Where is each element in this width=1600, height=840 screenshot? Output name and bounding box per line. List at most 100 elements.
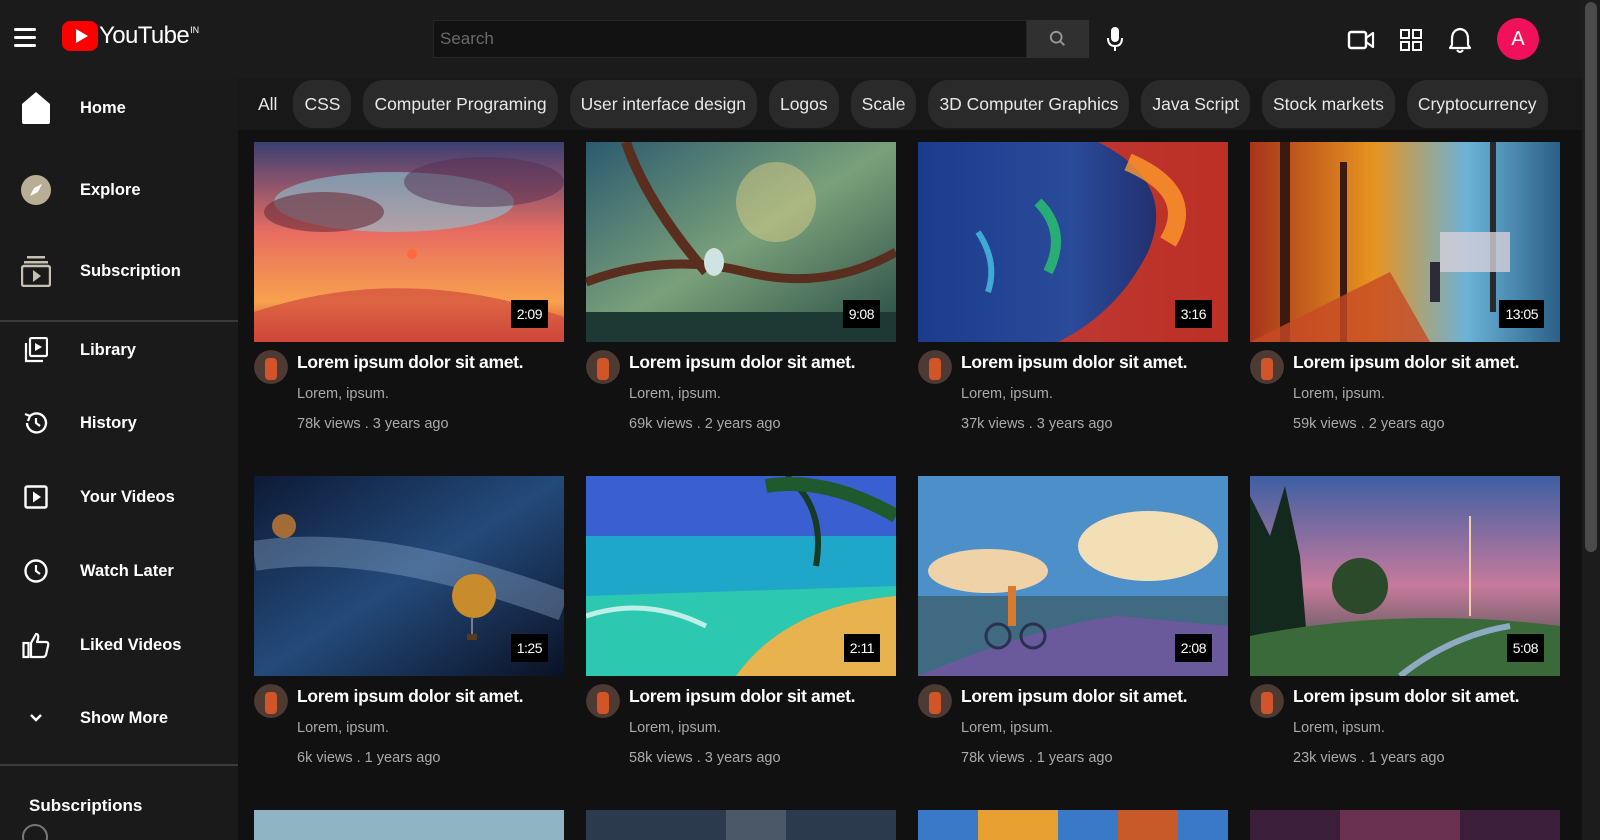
channel-avatar[interactable]: [1250, 684, 1284, 718]
chip-css[interactable]: CSS: [293, 80, 352, 128]
video-card[interactable]: [918, 810, 1228, 840]
channel-name[interactable]: Lorem, ipsum.: [629, 720, 721, 736]
video-thumbnail[interactable]: 13:05: [1250, 142, 1560, 342]
video-card[interactable]: [254, 810, 564, 840]
sidebar-item-show-more[interactable]: Show More: [0, 700, 238, 736]
video-card[interactable]: 2:08 Lorem ipsum dolor sit amet. Lorem, …: [918, 476, 1228, 786]
channel-name[interactable]: Lorem, ipsum.: [961, 386, 1053, 402]
video-duration: 13:05: [1499, 300, 1544, 328]
video-thumbnail[interactable]: 3:16: [918, 142, 1228, 342]
page-scrollbar[interactable]: [1582, 0, 1600, 840]
video-thumbnail[interactable]: 2:09: [254, 142, 564, 342]
video-thumbnail[interactable]: [254, 810, 564, 840]
channel-avatar[interactable]: [918, 684, 952, 718]
video-card[interactable]: 2:09 Lorem ipsum dolor sit amet. Lorem, …: [254, 142, 564, 452]
thumbnail-image: [1250, 810, 1560, 840]
notifications-button[interactable]: [1444, 24, 1476, 56]
channel-avatar[interactable]: [918, 350, 952, 384]
sidebar-item-watch-later[interactable]: Watch Later: [0, 553, 238, 589]
channel-name[interactable]: Lorem, ipsum.: [297, 720, 389, 736]
video-card[interactable]: 3:16 Lorem ipsum dolor sit amet. Lorem, …: [918, 142, 1228, 452]
video-card[interactable]: 2:11 Lorem ipsum dolor sit amet. Lorem, …: [586, 476, 896, 786]
chip-java-script[interactable]: Java Script: [1141, 80, 1250, 128]
sidebar-item-explore[interactable]: Explore: [0, 172, 238, 208]
channel-name[interactable]: Lorem, ipsum.: [297, 386, 389, 402]
channel-avatar[interactable]: [586, 350, 620, 384]
video-thumbnail[interactable]: [586, 810, 896, 840]
chip-3d-computer-graphics[interactable]: 3D Computer Graphics: [928, 80, 1130, 128]
account-avatar[interactable]: A: [1497, 18, 1539, 60]
channel-name[interactable]: Lorem, ipsum.: [961, 720, 1053, 736]
video-card[interactable]: [1250, 810, 1560, 840]
video-thumbnail[interactable]: 2:11: [586, 476, 896, 676]
chip-all[interactable]: All: [254, 80, 281, 128]
video-title[interactable]: Lorem ipsum dolor sit amet.: [297, 686, 524, 707]
video-duration: 2:08: [1174, 634, 1212, 662]
sidebar-item-liked-videos[interactable]: Liked Videos: [0, 627, 238, 663]
chip-user-interface-design[interactable]: User interface design: [569, 80, 757, 128]
video-thumbnail[interactable]: 2:08: [918, 476, 1228, 676]
channel-name[interactable]: Lorem, ipsum.: [629, 386, 721, 402]
apps-button[interactable]: [1395, 24, 1427, 56]
logo-text: YouTube: [99, 22, 190, 49]
video-thumbnail[interactable]: [918, 810, 1228, 840]
scrollbar-thumb[interactable]: [1585, 2, 1597, 552]
sidebar-item-label: Liked Videos: [80, 635, 182, 654]
chip-logos[interactable]: Logos: [768, 80, 839, 128]
video-title[interactable]: Lorem ipsum dolor sit amet.: [961, 686, 1188, 707]
video-thumbnail[interactable]: [1250, 810, 1560, 840]
logo-country-code: IN: [190, 25, 200, 35]
video-meta: Lorem ipsum dolor sit amet. Lorem, ipsum…: [586, 676, 896, 786]
channel-name[interactable]: Lorem, ipsum.: [1293, 386, 1385, 402]
video-title[interactable]: Lorem ipsum dolor sit amet.: [1293, 686, 1520, 707]
video-title[interactable]: Lorem ipsum dolor sit amet.: [629, 686, 856, 707]
chip-cryptocurrency[interactable]: Cryptocurrency: [1406, 80, 1548, 128]
sidebar-item-library[interactable]: Library: [0, 332, 238, 368]
sidebar-item-your-videos[interactable]: Your Videos: [0, 479, 238, 515]
channel-avatar[interactable]: [254, 684, 288, 718]
subscription-avatar[interactable]: [22, 824, 48, 840]
chip-scale[interactable]: Scale: [850, 80, 917, 128]
video-stats: 23k views . 1 years ago: [1293, 750, 1445, 766]
video-thumbnail[interactable]: 5:08: [1250, 476, 1560, 676]
video-stats: 78k views . 3 years ago: [297, 416, 449, 432]
video-duration: 3:16: [1174, 300, 1212, 328]
sidebar-item-history[interactable]: History: [0, 405, 238, 441]
sidebar-item-subscription[interactable]: Subscription: [0, 253, 238, 289]
video-card[interactable]: 1:25 Lorem ipsum dolor sit amet. Lorem, …: [254, 476, 564, 786]
play-square-icon: [19, 480, 53, 514]
video-title[interactable]: Lorem ipsum dolor sit amet.: [1293, 352, 1520, 373]
sidebar: Home Explore Subscription Library Histor…: [0, 78, 238, 840]
video-card[interactable]: [586, 810, 896, 840]
thumbs-up-icon: [19, 628, 53, 662]
chip-stock-markets[interactable]: Stock markets: [1261, 80, 1395, 128]
channel-avatar[interactable]: [254, 350, 288, 384]
search-input[interactable]: [433, 20, 1027, 58]
video-thumbnail[interactable]: 9:08: [586, 142, 896, 342]
create-video-button[interactable]: [1345, 24, 1377, 56]
video-duration: 2:09: [510, 300, 548, 328]
search-button[interactable]: [1027, 20, 1089, 58]
video-title[interactable]: Lorem ipsum dolor sit amet.: [297, 352, 524, 373]
thumbnail-image: [254, 810, 564, 840]
video-card[interactable]: 9:08 Lorem ipsum dolor sit amet. Lorem, …: [586, 142, 896, 452]
video-card[interactable]: 5:08 Lorem ipsum dolor sit amet. Lorem, …: [1250, 476, 1560, 786]
video-duration: 9:08: [842, 300, 880, 328]
sidebar-item-label: Watch Later: [80, 561, 174, 580]
video-title[interactable]: Lorem ipsum dolor sit amet.: [961, 352, 1188, 373]
menu-icon[interactable]: [14, 28, 36, 48]
voice-search-button[interactable]: [1101, 24, 1129, 54]
video-title[interactable]: Lorem ipsum dolor sit amet.: [629, 352, 856, 373]
video-thumbnail[interactable]: 1:25: [254, 476, 564, 676]
channel-avatar[interactable]: [1250, 350, 1284, 384]
channel-name[interactable]: Lorem, ipsum.: [1293, 720, 1385, 736]
channel-avatar[interactable]: [586, 684, 620, 718]
grid-icon: [1400, 29, 1422, 51]
sidebar-item-home[interactable]: Home: [0, 90, 238, 126]
chip-computer-programing[interactable]: Computer Programing: [363, 80, 558, 128]
chevron-down-icon: [19, 701, 53, 735]
video-card[interactable]: 13:05 Lorem ipsum dolor sit amet. Lorem,…: [1250, 142, 1560, 452]
youtube-logo[interactable]: YouTube IN: [62, 20, 199, 52]
thumbnail-image: [586, 810, 896, 840]
sidebar-item-label: Library: [80, 340, 136, 359]
